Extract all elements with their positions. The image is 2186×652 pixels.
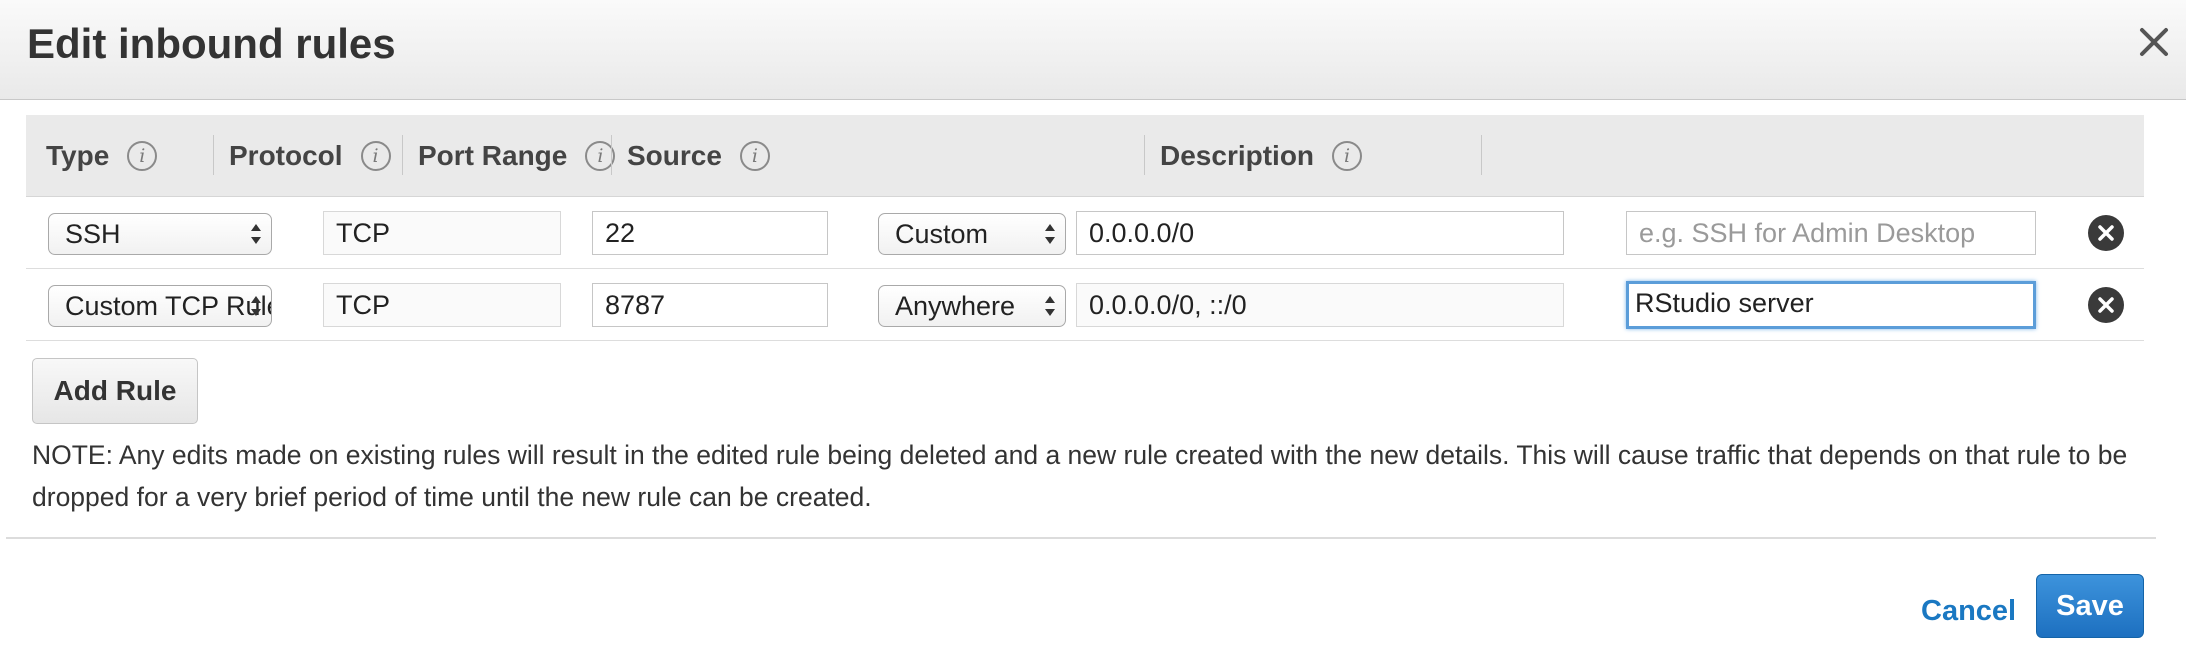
column-divider [1481, 135, 1482, 175]
info-icon[interactable]: i [360, 141, 391, 171]
column-divider [611, 135, 612, 175]
footer-divider [6, 537, 2156, 539]
protocol-field: TCP [323, 283, 561, 327]
source-select-value: Anywhere [895, 291, 1016, 321]
select-arrows-icon [251, 224, 261, 244]
column-source: Source i [627, 115, 770, 197]
info-icon[interactable]: i [739, 141, 770, 171]
column-divider [1144, 135, 1145, 175]
column-port-range-label: Port Range [418, 140, 568, 171]
close-icon[interactable] [2130, 18, 2178, 66]
source-select-value: Custom [895, 219, 989, 249]
description-input[interactable]: RStudio server [1626, 281, 2036, 329]
type-select-value: SSH [65, 219, 121, 249]
rules-table-header: Type i Protocol i Port Range i Source i … [26, 115, 2144, 197]
column-divider [213, 135, 214, 175]
column-port-range: Port Range i [418, 115, 616, 197]
select-arrows-icon [251, 296, 261, 316]
select-arrows-icon [1045, 224, 1055, 244]
protocol-field: TCP [323, 211, 561, 255]
info-icon[interactable]: i [127, 141, 158, 171]
dialog-title: Edit inbound rules [27, 20, 396, 67]
remove-circle-icon[interactable] [2088, 287, 2124, 323]
save-button[interactable]: Save [2036, 574, 2144, 638]
table-row: Custom TCP Rule TCP 8787 Anywhere 0.0.0.… [26, 269, 2144, 341]
info-icon[interactable]: i [1332, 141, 1363, 171]
cancel-button[interactable]: Cancel [1921, 595, 2016, 628]
column-type: Type i [46, 115, 158, 197]
description-input[interactable]: e.g. SSH for Admin Desktop [1626, 211, 2036, 255]
port-range-input[interactable]: 22 [592, 211, 828, 255]
column-divider [402, 135, 403, 175]
column-description: Description i [1160, 115, 1363, 197]
column-protocol-label: Protocol [229, 140, 343, 171]
table-row: SSH TCP 22 Custom 0.0.0.0/0 e.g. SSH for… [26, 197, 2144, 269]
type-select-value: Custom TCP Rule [65, 291, 272, 321]
port-range-input[interactable]: 8787 [592, 283, 828, 327]
source-select[interactable]: Custom [878, 213, 1066, 255]
source-cidr-field: 0.0.0.0/0, ::/0 [1076, 283, 1564, 327]
source-select[interactable]: Anywhere [878, 285, 1066, 327]
column-protocol: Protocol i [229, 115, 391, 197]
edit-warning-note: NOTE: Any edits made on existing rules w… [32, 440, 2128, 512]
add-rule-button[interactable]: Add Rule [32, 358, 198, 424]
type-select[interactable]: Custom TCP Rule [48, 285, 272, 327]
source-cidr-input[interactable]: 0.0.0.0/0 [1076, 211, 1564, 255]
remove-circle-icon[interactable] [2088, 215, 2124, 251]
select-arrows-icon [1045, 296, 1055, 316]
type-select[interactable]: SSH [48, 213, 272, 255]
column-description-label: Description [1160, 140, 1315, 171]
column-source-label: Source [627, 140, 722, 171]
column-type-label: Type [46, 140, 110, 171]
dialog-header: Edit inbound rules [0, 0, 2186, 100]
